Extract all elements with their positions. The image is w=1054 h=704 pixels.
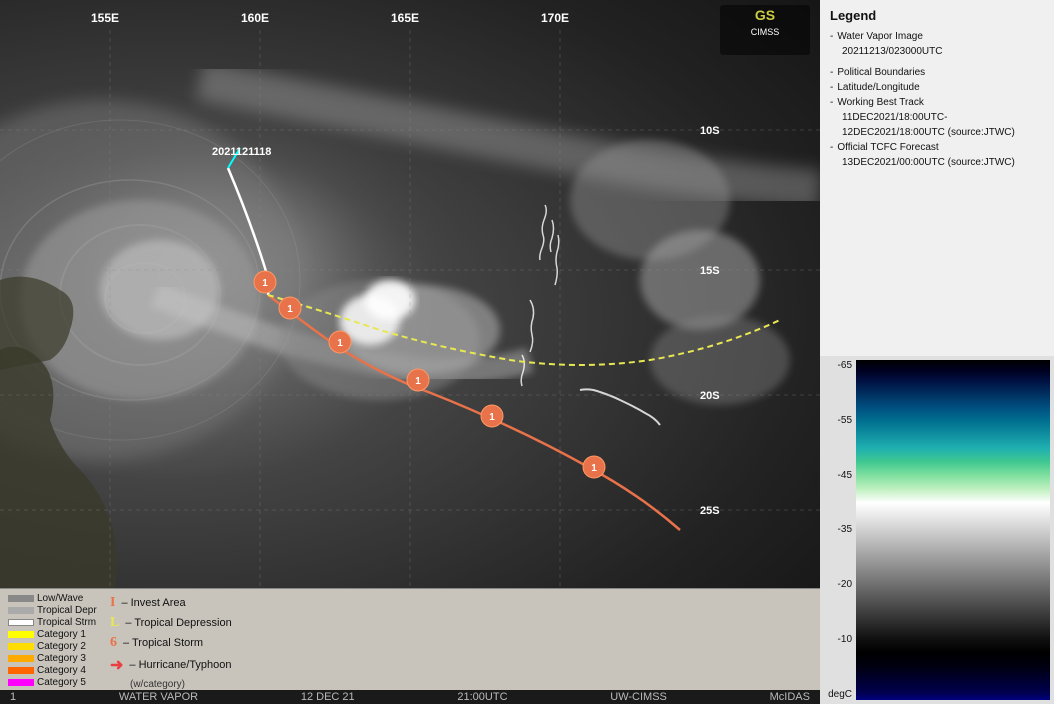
color-bar-labels: -65 -55 -45 -35 -20 -10 degC (824, 360, 856, 700)
swatch-cat5 (8, 679, 34, 686)
legend-panel: Legend - Water Vapor Image 20211213/0230… (820, 0, 1054, 356)
legend-entry-1: 20211213/023000UTC (830, 44, 1044, 59)
legend-text-5: Working Best Track (837, 95, 924, 110)
svg-text:CIMSS: CIMSS (751, 27, 780, 37)
legend-trop-storm: 6 – Tropical Storm (110, 635, 232, 651)
cb-label-1: -55 (838, 415, 852, 426)
legend-title: Legend (830, 8, 1044, 23)
label-cat3: Category 3 (37, 653, 86, 664)
swatch-cat3 (8, 655, 34, 662)
swatch-cat1 (8, 631, 34, 638)
legend-text-4: Latitude/Longitude (837, 80, 919, 95)
color-bar-area: -65 -55 -45 -35 -20 -10 degC (820, 356, 1054, 704)
svg-text:25S: 25S (700, 505, 720, 517)
cb-label-4: -20 (838, 579, 852, 590)
hurricane-symbol: ➜ (110, 655, 123, 675)
label-cat1: Category 1 (37, 629, 86, 640)
svg-text:15S: 15S (700, 265, 720, 277)
legend-cat2: Category 2 (8, 641, 98, 652)
svg-text:1: 1 (262, 278, 268, 289)
legend-text-1: 20211213/023000UTC (842, 44, 942, 59)
cb-label-6: degC (828, 689, 852, 700)
label-cat2: Category 2 (37, 641, 86, 652)
svg-text:GS: GS (755, 7, 775, 23)
swatch-cat4 (8, 667, 34, 674)
legend-entry-4: - Latitude/Longitude (830, 80, 1044, 95)
frame-number: 1 (10, 691, 16, 703)
label-trop-storm: – Tropical Storm (123, 637, 203, 649)
legend-cat3: Category 3 (8, 653, 98, 664)
product-time: 21:00UTC (457, 691, 507, 703)
legend-invest: I – Invest Area (110, 595, 232, 611)
svg-text:2021121118: 2021121118 (212, 146, 271, 158)
cb-label-3: -35 (838, 524, 852, 535)
legend-text-9: 13DEC2021/00:00UTC (source:JTWC) (842, 155, 1015, 170)
legend-category-note: (w/category) (110, 679, 232, 690)
label-trop-strm: Tropical Strm (37, 617, 96, 628)
svg-text:20S: 20S (700, 390, 720, 402)
svg-text:160E: 160E (241, 11, 269, 25)
legend-low-wave: Low/Wave (8, 593, 98, 604)
category-note: (w/category) (130, 679, 185, 690)
legend-entry-7: 12DEC2021/18:00UTC (source:JTWC) (830, 125, 1044, 140)
map-area: 1 1 1 1 1 1 155E 160E 165E 170E 10S 15S (0, 0, 820, 704)
label-trop-depression: – Tropical Depression (125, 617, 231, 629)
legend-trop-depression: L – Tropical Depression (110, 615, 232, 631)
legend-cat4: Category 4 (8, 665, 98, 676)
label-trop-dep: Tropical Depr (37, 605, 97, 616)
legend-text-8: Official TCFC Forecast (837, 140, 938, 155)
product-software: McIDAS (770, 691, 810, 703)
product-source: UW-CIMSS (610, 691, 667, 703)
legend-text-7: 12DEC2021/18:00UTC (source:JTWC) (842, 125, 1015, 140)
svg-text:1: 1 (287, 304, 293, 315)
bottom-legend-area: Low/Wave Tropical Depr Tropical Strm Cat… (0, 588, 820, 704)
bottom-info-bar: 1 WATER VAPOR 12 DEC 21 21:00UTC UW-CIMS… (0, 690, 820, 704)
svg-text:165E: 165E (391, 11, 419, 25)
legend-text-0: Water Vapor Image (837, 29, 923, 44)
legend-entry-8: - Official TCFC Forecast (830, 140, 1044, 155)
legend-text-3: Political Boundaries (837, 65, 925, 80)
label-cat4: Category 4 (37, 665, 86, 676)
swatch-trop-dep (8, 607, 34, 614)
svg-text:155E: 155E (91, 11, 119, 25)
product-type: WATER VAPOR (119, 691, 198, 703)
legend-text-6: 11DEC2021/18:00UTC- (842, 110, 947, 125)
legend-hurricane: ➜ – Hurricane/Typhoon (110, 655, 232, 675)
svg-text:1: 1 (337, 338, 343, 349)
svg-text:10S: 10S (700, 125, 720, 137)
cb-label-0: -65 (838, 360, 852, 371)
product-date: 12 DEC 21 (301, 691, 355, 703)
trop-storm-symbol: 6 (110, 635, 117, 651)
swatch-cat2 (8, 643, 34, 650)
label-cat5: Category 5 (37, 677, 86, 688)
map-svg-overlay: 1 1 1 1 1 1 155E 160E 165E 170E 10S 15S (0, 0, 820, 588)
legend-entry-0: - Water Vapor Image (830, 29, 1044, 44)
svg-text:1: 1 (591, 463, 597, 474)
legend-entry-9: 13DEC2021/00:00UTC (source:JTWC) (830, 155, 1044, 170)
swatch-trop-strm (8, 619, 34, 626)
legend-entry-5: - Working Best Track (830, 95, 1044, 110)
color-bar (856, 360, 1050, 700)
legend-trop-dep: Tropical Depr (8, 605, 98, 616)
legend-trop-strm: Tropical Strm (8, 617, 98, 628)
right-panel: Legend - Water Vapor Image 20211213/0230… (820, 0, 1054, 704)
cb-label-5: -10 (838, 634, 852, 645)
label-low-wave: Low/Wave (37, 593, 83, 604)
svg-text:1: 1 (415, 376, 421, 387)
legend-cat1: Category 1 (8, 629, 98, 640)
legend-entry-3: - Political Boundaries (830, 65, 1044, 80)
legend-cat5: Category 5 (8, 677, 98, 688)
invest-symbol: I (110, 595, 115, 611)
cb-label-2: -45 (838, 470, 852, 481)
svg-text:1: 1 (489, 412, 495, 423)
legend-entry-6: 11DEC2021/18:00UTC- (830, 110, 1044, 125)
label-hurricane: – Hurricane/Typhoon (129, 659, 231, 671)
swatch-low-wave (8, 595, 34, 602)
svg-text:170E: 170E (541, 11, 569, 25)
label-invest: – Invest Area (121, 597, 185, 609)
trop-dep-symbol: L (110, 615, 119, 631)
